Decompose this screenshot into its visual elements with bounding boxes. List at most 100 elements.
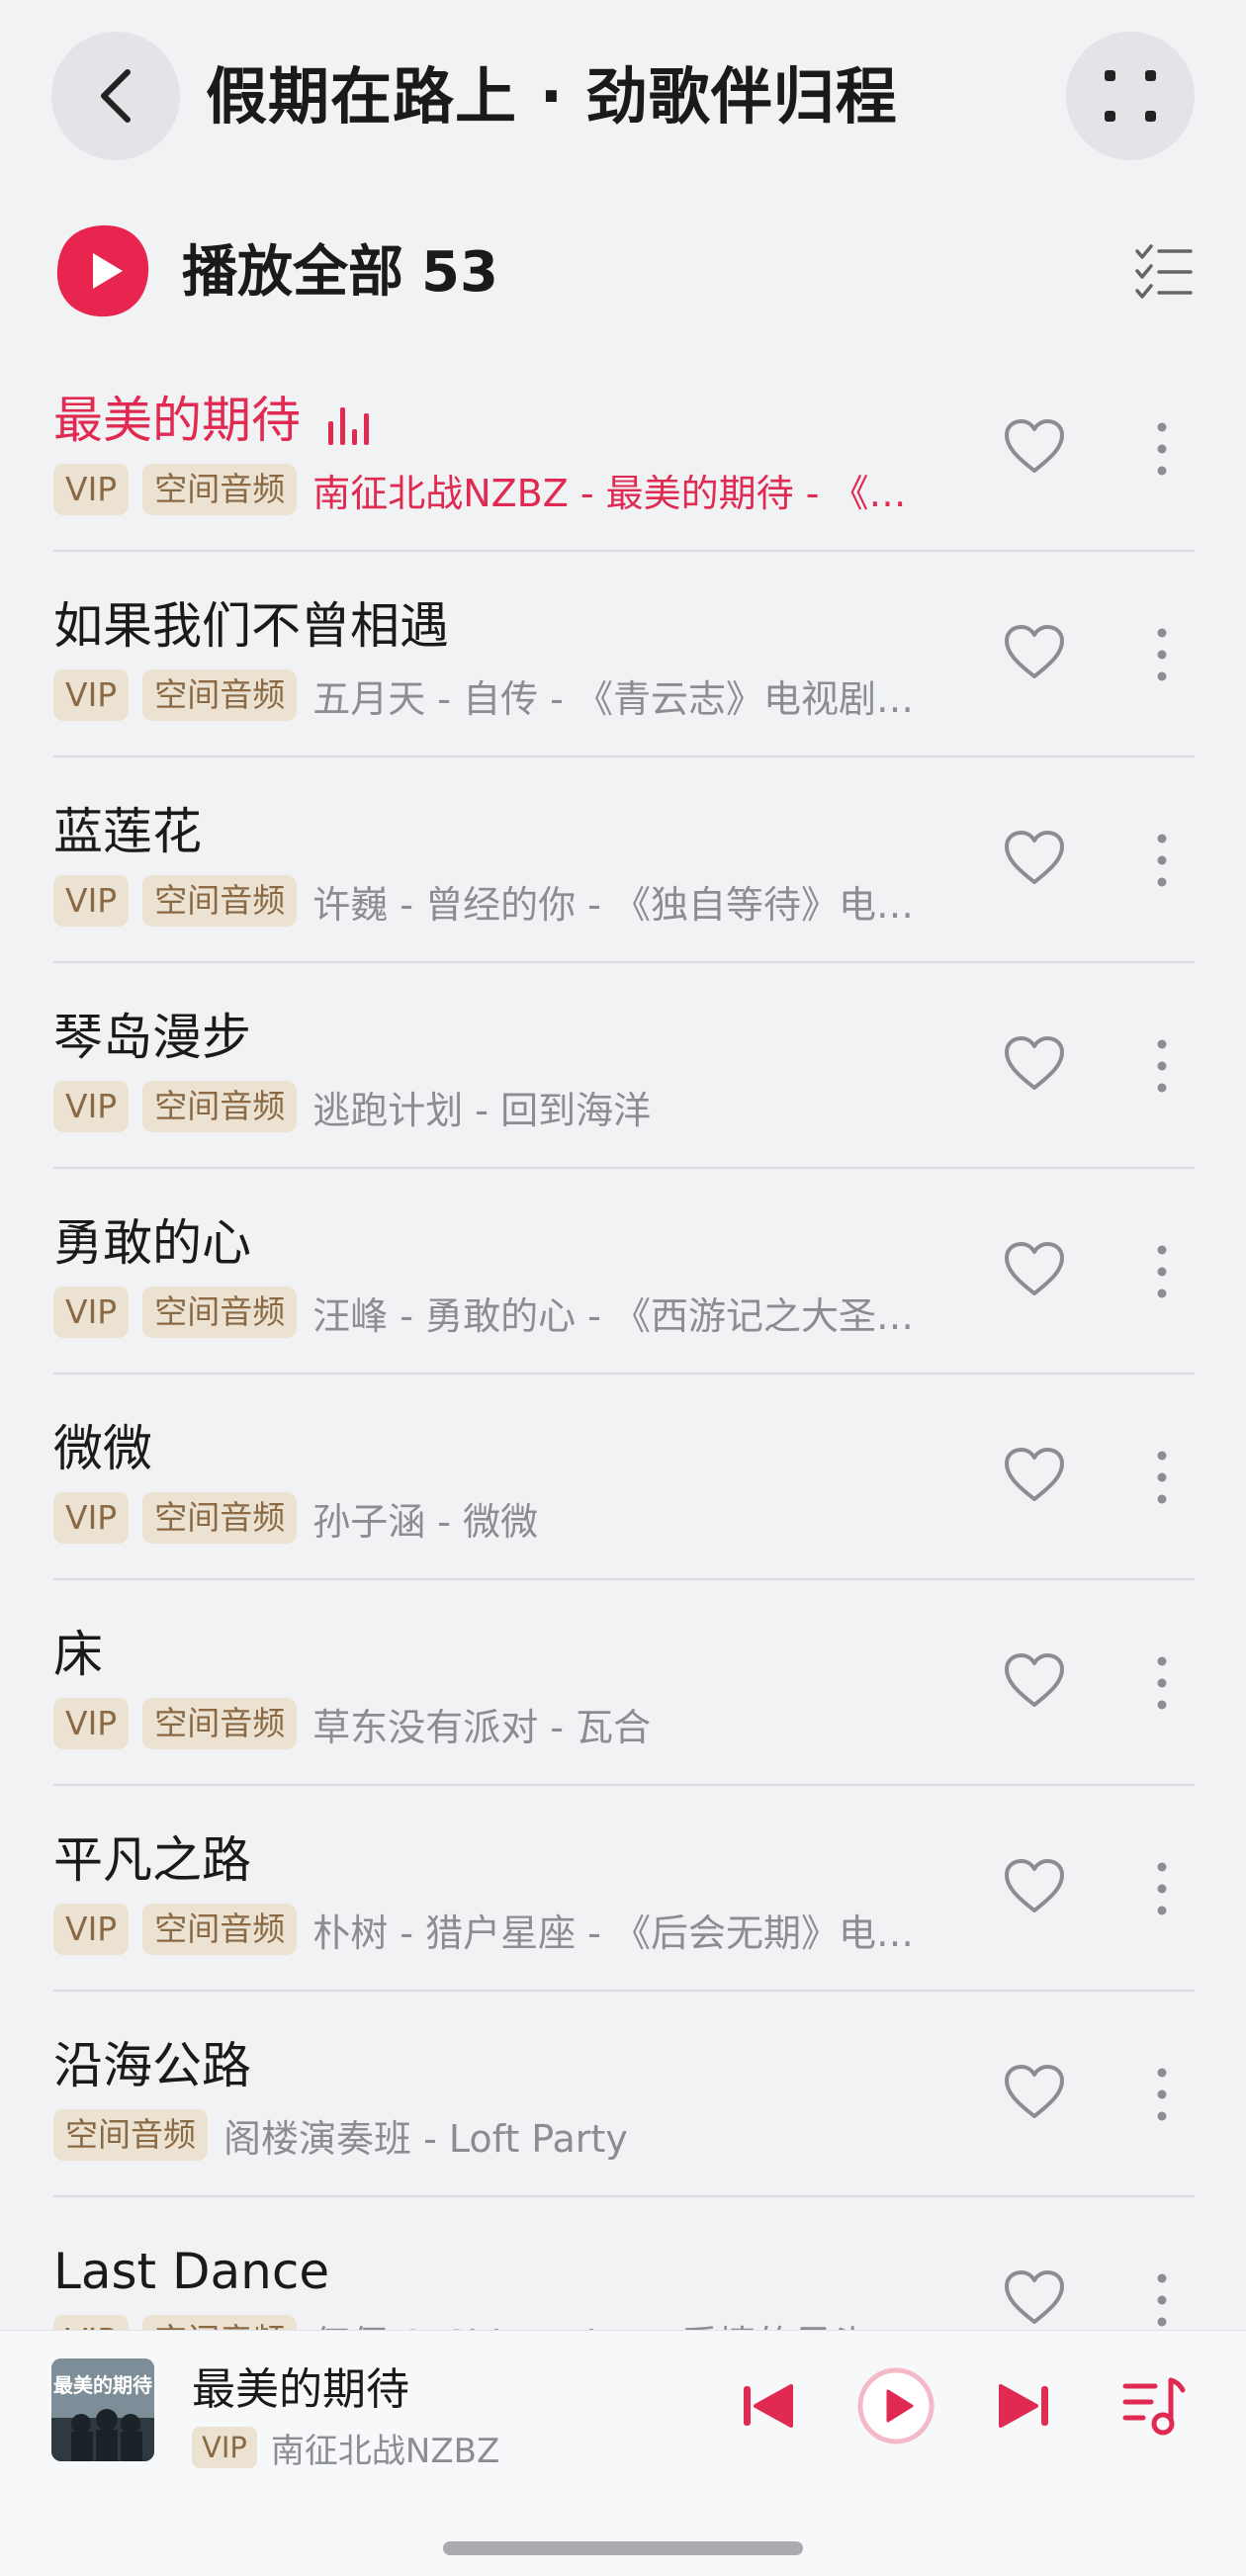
song-row[interactable]: 如果我们不曾相遇 VIP 空间音频 五月天 - 自传 - 《青云志》电视剧… [0, 552, 1246, 757]
vip-badge: VIP [53, 1287, 130, 1338]
now-playing-title[interactable]: 最美的期待 [192, 2360, 409, 2420]
multi-select-list-icon[interactable] [1133, 241, 1195, 303]
song-row[interactable]: 床 VIP 空间音频 草东没有派对 - 瓦合 [0, 1580, 1246, 1786]
heart-icon[interactable] [1003, 1446, 1066, 1505]
song-title: 沿海公路 [53, 2031, 251, 2100]
song-title-text: 床 [53, 1626, 103, 1683]
song-title-text: 如果我们不曾相遇 [53, 597, 449, 655]
more-vertical-icon[interactable] [1147, 2270, 1177, 2330]
more-vertical-icon[interactable] [1147, 625, 1177, 684]
vip-badge: VIP [53, 1904, 130, 1955]
now-playing-artist: 南征北战NZBZ [270, 2431, 500, 2471]
song-subtitle: 阁楼演奏班 - Loft Party [223, 2116, 628, 2161]
heart-icon[interactable] [1003, 2063, 1066, 2122]
heart-icon[interactable] [1003, 623, 1066, 682]
album-cover[interactable]: 最美的期待 [51, 2358, 154, 2461]
vip-badge: VIP [53, 1698, 130, 1749]
spatial-audio-badge: 空间音频 [53, 2109, 208, 2161]
song-meta: VIP 空间音频 许巍 - 曾经的你 - 《独自等待》电… [53, 874, 924, 928]
song-title: 床 [53, 1620, 103, 1689]
song-title-text: 琴岛漫步 [53, 1009, 251, 1066]
song-subtitle: 许巍 - 曾经的你 - 《独自等待》电… [312, 882, 914, 927]
song-subtitle: 草东没有派对 - 瓦合 [312, 1705, 652, 1749]
album-cover-text: 最美的期待 [53, 2373, 152, 2397]
spatial-audio-badge: 空间音频 [142, 1698, 298, 1749]
song-title: 最美的期待 [53, 386, 378, 455]
grid-dots-icon [1105, 70, 1156, 122]
song-meta: 空间音频 阁楼演奏班 - Loft Party [53, 2108, 924, 2162]
song-title-text: 平凡之路 [53, 1831, 251, 1889]
song-meta: VIP 空间音频 五月天 - 自传 - 《青云志》电视剧… [53, 668, 924, 722]
more-options-button[interactable] [1066, 32, 1195, 160]
song-title: 琴岛漫步 [53, 1003, 251, 1072]
song-title-text: 最美的期待 [53, 392, 301, 449]
song-meta: VIP 空间音频 孙子涵 - 微微 [53, 1491, 924, 1545]
mini-player[interactable]: 最美的期待 最美的期待 VIP 南征北战NZBZ [0, 2330, 1246, 2576]
song-title: 勇敢的心 [53, 1208, 251, 1278]
song-subtitle: 逃跑计划 - 回到海洋 [312, 1088, 652, 1132]
more-vertical-icon[interactable] [1147, 1859, 1177, 1918]
spatial-audio-badge: 空间音频 [142, 1904, 298, 1955]
song-meta: VIP 空间音频 朴树 - 猎户星座 - 《后会无期》电… [53, 1903, 924, 1956]
song-row[interactable]: 勇敢的心 VIP 空间音频 汪峰 - 勇敢的心 - 《西游记之大圣… [0, 1169, 1246, 1375]
skip-previous-icon[interactable] [738, 2376, 797, 2436]
more-vertical-icon[interactable] [1147, 1653, 1177, 1713]
song-row[interactable]: 琴岛漫步 VIP 空间音频 逃跑计划 - 回到海洋 [0, 963, 1246, 1169]
song-row[interactable]: 沿海公路空间音频 阁楼演奏班 - Loft Party [0, 1992, 1246, 2197]
heart-icon[interactable] [1003, 1651, 1066, 1711]
play-all-row[interactable]: 播放全部 53 [0, 208, 1246, 336]
more-vertical-icon[interactable] [1147, 2065, 1177, 2124]
back-button[interactable] [51, 32, 180, 160]
vip-badge: VIP [53, 875, 130, 927]
song-meta: VIP 空间音频 南征北战NZBZ - 最美的期待 - 《… [53, 463, 924, 516]
heart-icon[interactable] [1003, 829, 1066, 888]
heart-icon[interactable] [1003, 417, 1066, 477]
song-title-text: 沿海公路 [53, 2037, 251, 2094]
song-title: 如果我们不曾相遇 [53, 591, 449, 661]
vip-badge: VIP [53, 1492, 130, 1544]
song-meta: VIP 空间音频 汪峰 - 勇敢的心 - 《西游记之大圣… [53, 1286, 924, 1339]
song-title-text: 蓝莲花 [53, 803, 202, 860]
vip-badge: VIP [53, 669, 130, 721]
vip-badge: VIP [53, 464, 130, 515]
chevron-left-icon [101, 69, 131, 123]
home-indicator[interactable] [443, 2541, 803, 2555]
playlist-queue-icon[interactable] [1121, 2374, 1187, 2438]
heart-icon[interactable] [1003, 1240, 1066, 1299]
play-all-label[interactable]: 播放全部 53 [182, 233, 498, 312]
song-title: 平凡之路 [53, 1825, 251, 1895]
more-vertical-icon[interactable] [1147, 831, 1177, 890]
more-vertical-icon[interactable] [1147, 419, 1177, 479]
song-row[interactable]: 平凡之路 VIP 空间音频 朴树 - 猎户星座 - 《后会无期》电… [0, 1786, 1246, 1992]
top-bar: 假期在路上 · 劲歌伴归程 [0, 0, 1246, 198]
heart-icon[interactable] [1003, 1857, 1066, 1916]
more-vertical-icon[interactable] [1147, 1036, 1177, 1096]
play-icon[interactable] [856, 2366, 935, 2445]
song-list: 最美的期待 VIP 空间音频 南征北战NZBZ - 最美的期待 - 《… 如果我们不曾相… [0, 346, 1246, 2403]
vip-badge: VIP [192, 2427, 257, 2468]
spatial-audio-badge: 空间音频 [142, 669, 298, 721]
song-row[interactable]: 蓝莲花 VIP 空间音频 许巍 - 曾经的你 - 《独自等待》电… [0, 757, 1246, 963]
song-subtitle: 南征北战NZBZ - 最美的期待 - 《… [312, 471, 907, 515]
spatial-audio-badge: 空间音频 [142, 1492, 298, 1544]
heart-icon[interactable] [1003, 2268, 1066, 2328]
play-all-count: 53 [421, 240, 498, 305]
skip-next-icon[interactable] [995, 2376, 1054, 2436]
song-title-text: Last Dance [53, 2243, 330, 2300]
song-subtitle: 朴树 - 猎户星座 - 《后会无期》电… [312, 1910, 914, 1955]
more-vertical-icon[interactable] [1147, 1242, 1177, 1301]
spatial-audio-badge: 空间音频 [142, 875, 298, 927]
heart-icon[interactable] [1003, 1034, 1066, 1094]
more-vertical-icon[interactable] [1147, 1448, 1177, 1507]
song-title-text: 勇敢的心 [53, 1214, 251, 1272]
song-row[interactable]: 最美的期待 VIP 空间音频 南征北战NZBZ - 最美的期待 - 《… [0, 346, 1246, 552]
spatial-audio-badge: 空间音频 [142, 1287, 298, 1338]
song-title: 微微 [53, 1414, 152, 1483]
play-all-text: 播放全部 [182, 240, 403, 305]
song-subtitle: 五月天 - 自传 - 《青云志》电视剧… [312, 676, 914, 721]
play-circle-icon[interactable] [53, 222, 152, 320]
song-row[interactable]: 微微 VIP 空间音频 孙子涵 - 微微 [0, 1375, 1246, 1580]
song-title-text: 微微 [53, 1420, 152, 1477]
page-title: 假期在路上 · 劲歌伴归程 [206, 60, 898, 133]
vip-badge: VIP [53, 1081, 130, 1132]
